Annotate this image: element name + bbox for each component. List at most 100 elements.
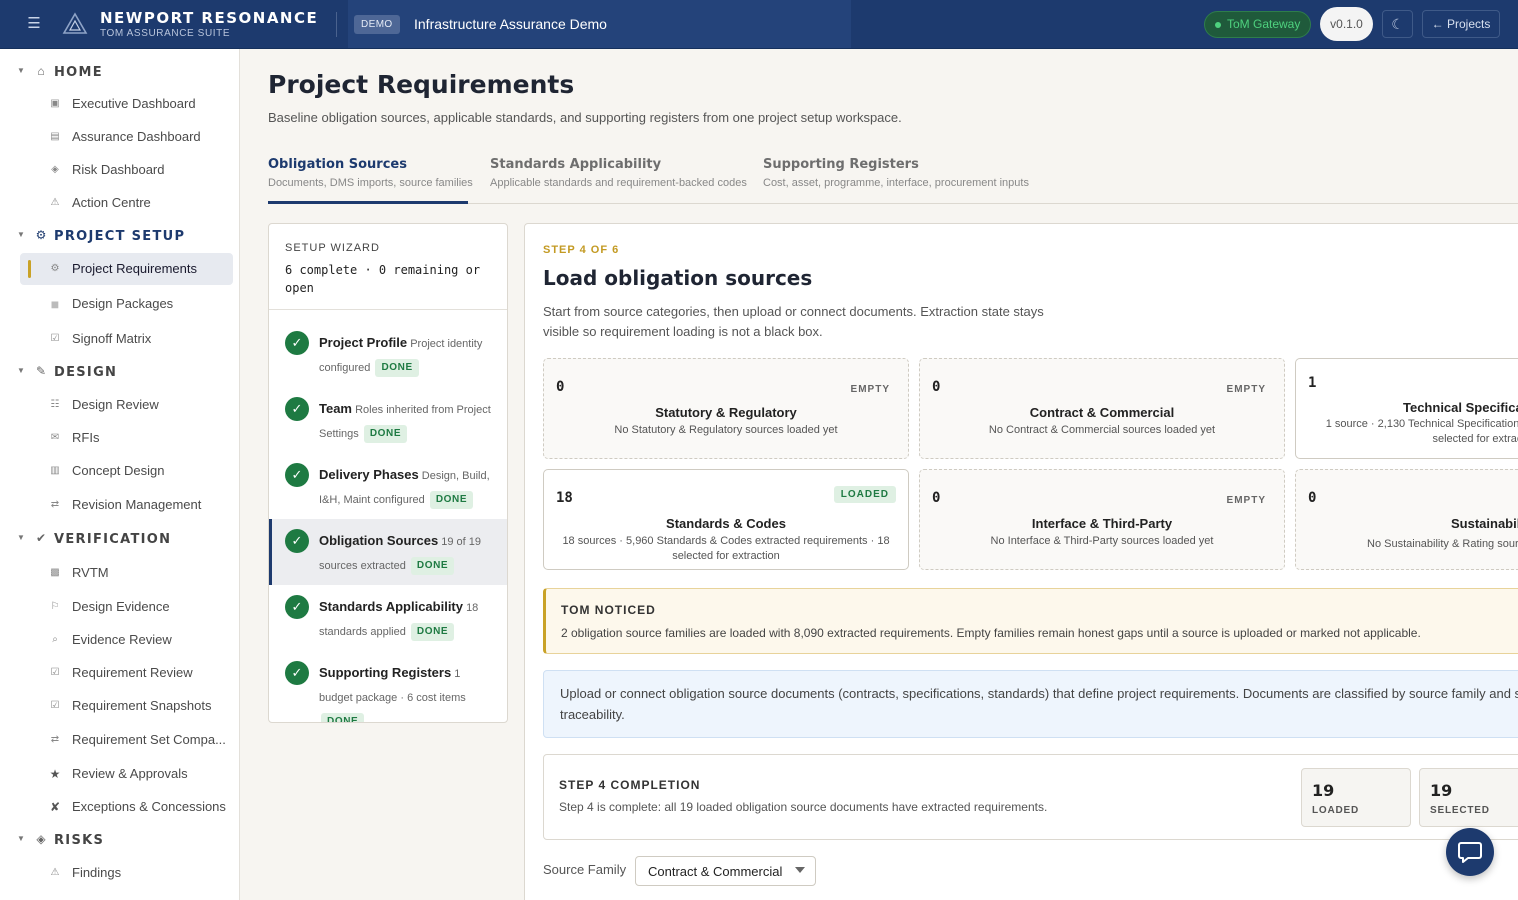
done-badge: DONE [410, 623, 455, 642]
tab-obligation-sources[interactable]: Obligation Sources Documents, DMS import… [268, 157, 473, 189]
sidebar-section-design[interactable]: ▼ ✎ DESIGN [0, 361, 240, 385]
source-family-card[interactable]: 18 LOADED Standards & Codes 18 sources ·… [543, 469, 909, 570]
sidebar-item-requirement-snapshots[interactable]: ☑ Requirement Snapshots [20, 690, 233, 722]
pencil-icon: ✎ [35, 364, 47, 378]
check-icon: ✓ [285, 661, 309, 685]
document-icon: ▥ [50, 465, 60, 476]
sidebar-item-assurance-dashboard[interactable]: ▤ Assurance Dashboard [20, 121, 233, 153]
checkbox-icon: ☑ [50, 333, 60, 344]
sidebar-section-project-setup[interactable]: ▼ ⚙ PROJECT SETUP [0, 225, 240, 249]
stat-value: 19 [1312, 781, 1335, 800]
sidebar-item-project-requirements[interactable]: ⚙ Project Requirements [20, 253, 233, 285]
sidebar-item-evidence-review[interactable]: ⌕ Evidence Review [20, 624, 233, 656]
sidebar-item-exceptions-concessions[interactable]: ✘ Exceptions & Concessions [20, 791, 233, 823]
content-description: Start from source categories, then uploa… [543, 304, 1044, 339]
list-icon: ▤ [50, 131, 60, 142]
wizard-step-standards-applicability[interactable]: ✓ Standards Applicability 18 standards a… [269, 585, 507, 651]
source-family-label: Source Family [543, 862, 627, 877]
sidebar-item-label: Requirement Snapshots [72, 698, 212, 713]
sidebar-item-design-evidence[interactable]: ⚐ Design Evidence [20, 591, 233, 623]
version-badge[interactable]: v0.1.0 [1320, 7, 1373, 41]
family-description: No Statutory & Regulatory sources loaded… [614, 424, 838, 436]
sidebar-item-concept-design[interactable]: ▥ Concept Design [20, 455, 233, 487]
family-status: EMPTY [1226, 495, 1266, 506]
content-title: Load obligation sources [543, 266, 813, 290]
sidebar-item-requirement-set-compare[interactable]: ⇄ Requirement Set Compa... [20, 724, 233, 756]
theme-toggle-button[interactable]: ☾ [1382, 10, 1413, 38]
flag-icon: ⚐ [50, 601, 60, 612]
family-name: Technical Specifica [1403, 400, 1518, 415]
home-icon: ⌂ [37, 64, 45, 78]
sidebar-section-risks[interactable]: ▼ ◈ RISKS [0, 829, 240, 853]
star-icon: ★ [49, 767, 61, 781]
done-badge: DONE [375, 359, 419, 378]
chevron-down-icon: ▼ [17, 230, 25, 239]
family-count: 0 [556, 379, 565, 395]
family-count: 18 [556, 490, 573, 506]
sidebar-section-verification[interactable]: ▼ ✔ VERIFICATION [0, 528, 240, 552]
family-description: 1 source · 2,130 Technical Specification… [1325, 418, 1518, 445]
sidebar-item-revision-management[interactable]: ⇄ Revision Management [20, 489, 233, 521]
sidebar-item-action-centre[interactable]: ⚠ Action Centre [20, 187, 233, 219]
wizard-step-project-profile[interactable]: ✓ Project Profile Project identity confi… [269, 321, 507, 387]
source-family-card[interactable]: 0 Sustainability & R No Sustainability &… [1295, 469, 1518, 570]
tab-standards-applicability[interactable]: Standards Applicability Applicable stand… [490, 157, 747, 189]
sidebar-item-review-approvals[interactable]: ★ Review & Approvals [20, 758, 233, 790]
status-dot-icon [1215, 22, 1221, 28]
gateway-status[interactable]: ToM Gateway [1204, 11, 1311, 38]
project-name[interactable]: Infrastructure Assurance Demo [414, 16, 607, 32]
sidebar-section-home[interactable]: ▼ ⌂ HOME [0, 61, 240, 85]
tab-supporting-registers[interactable]: Supporting Registers Cost, asset, progra… [763, 157, 1029, 189]
completion-heading: STEP 4 COMPLETION [559, 778, 701, 792]
sidebar-item-rfis[interactable]: ✉ RFIs [20, 422, 233, 454]
family-name: Contract & Commercial [1029, 405, 1175, 420]
dashboard-icon: ▣ [50, 98, 60, 109]
source-family-card[interactable]: 0 EMPTY Statutory & Regulatory No Statut… [543, 358, 909, 459]
active-indicator [28, 260, 31, 278]
check-icon: ✓ [285, 463, 309, 487]
check-icon: ✓ [285, 529, 309, 553]
sidebar-item-design-review[interactable]: ☷ Design Review [20, 389, 233, 421]
source-family-card[interactable]: 0 EMPTY Interface & Third-Party No Inter… [919, 469, 1285, 570]
chat-icon [1458, 842, 1482, 863]
divider [336, 12, 337, 37]
family-count: 0 [932, 490, 941, 506]
family-description: No Sustainability & Rating sour [1367, 538, 1518, 550]
sidebar-item-requirement-review[interactable]: ☑ Requirement Review [20, 657, 233, 689]
sidebar-item-executive-dashboard[interactable]: ▣ Executive Dashboard [20, 88, 233, 120]
wizard-step-obligation-sources[interactable]: ✓ Obligation Sources 19 of 19 sources ex… [269, 519, 507, 585]
family-status: LOADED [833, 486, 896, 503]
sidebar: ▼ ⌂ HOME ▣ Executive Dashboard ▤ Assuran… [0, 49, 240, 900]
sidebar-item-label: Design Review [72, 397, 159, 412]
source-family-card[interactable]: 0 EMPTY Contract & Commercial No Contrac… [919, 358, 1285, 459]
sidebar-item-label: Concept Design [72, 463, 165, 478]
chevron-down-icon: ▼ [17, 66, 25, 75]
current-step-indicator [269, 519, 272, 585]
stat-value: 19 [1430, 781, 1453, 800]
source-family-card[interactable]: 1 Technical Specifica 1 source · 2,130 T… [1295, 358, 1518, 459]
done-badge: DONE [429, 491, 474, 510]
wizard-step-team[interactable]: ✓ Team Roles inherited from Project Sett… [269, 387, 507, 453]
source-family-select[interactable]: Contract & Commercial [635, 856, 816, 886]
step-name: Project Profile [319, 335, 408, 350]
sidebar-item-rvtm[interactable]: ▩ RVTM [20, 557, 233, 589]
wizard-step-delivery-phases[interactable]: ✓ Delivery Phases Design, Build, I&H, Ma… [269, 453, 507, 519]
sidebar-item-risk-dashboard[interactable]: ◈ Risk Dashboard [20, 154, 233, 186]
stat-label: LOADED [1312, 805, 1360, 816]
sidebar-item-label: Review & Approvals [72, 766, 188, 781]
stat-loaded: 19 LOADED [1301, 768, 1411, 827]
sidebar-item-design-packages[interactable]: ■ Design Packages [20, 288, 233, 320]
projects-button[interactable]: ← Projects [1422, 10, 1500, 38]
diamond-icon: ◈ [36, 832, 46, 846]
chat-button[interactable] [1446, 828, 1494, 876]
step-label: STEP 4 OF 6 [543, 244, 620, 256]
wizard-step-supporting-registers[interactable]: ✓ Supporting Registers 1 budget package … [269, 651, 507, 722]
page-title: Project Requirements [268, 70, 575, 99]
menu-icon[interactable]: ☰ [26, 16, 42, 32]
family-status: EMPTY [850, 384, 890, 395]
sidebar-item-signoff-matrix[interactable]: ☑ Signoff Matrix [20, 323, 233, 355]
tab-sublabel: Documents, DMS imports, source families [268, 177, 473, 189]
family-name: Statutory & Regulatory [655, 405, 797, 420]
sidebar-item-findings[interactable]: ⚠ Findings [20, 857, 233, 889]
check-icon: ✓ [285, 595, 309, 619]
